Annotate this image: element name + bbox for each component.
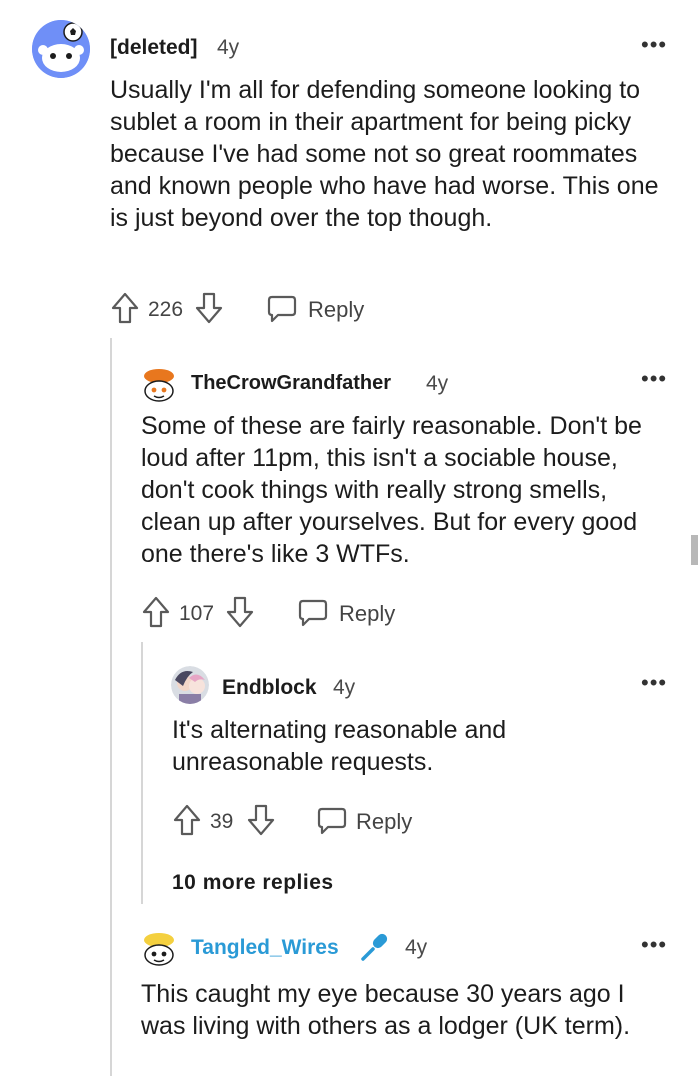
username[interactable]: Tangled_Wires bbox=[191, 936, 339, 960]
reply-bubble-icon bbox=[317, 807, 347, 835]
microphone-icon bbox=[358, 930, 392, 964]
more-replies-link[interactable]: 10 more replies bbox=[172, 871, 334, 895]
reply-button[interactable]: Reply bbox=[316, 804, 426, 838]
comment-deleted: [deleted] 4y ••• Usually I'm all for def… bbox=[0, 0, 700, 340]
snoo-avatar-icon bbox=[140, 366, 178, 404]
reply-label: Reply bbox=[308, 297, 365, 322]
more-options-icon[interactable]: ••• bbox=[641, 368, 667, 390]
comment-age: 4y bbox=[426, 372, 449, 395]
avatar[interactable] bbox=[171, 666, 209, 704]
upvote-icon[interactable] bbox=[172, 802, 202, 838]
scrollbar-thumb[interactable] bbox=[691, 535, 698, 565]
reply-label: Reply bbox=[356, 809, 413, 834]
reply-bubble-icon bbox=[298, 599, 328, 627]
more-options-icon[interactable]: ••• bbox=[641, 934, 667, 956]
reply-label: Reply bbox=[339, 601, 396, 626]
snoo-avatar-icon bbox=[32, 20, 90, 78]
downvote-icon[interactable] bbox=[194, 290, 224, 326]
comment-actions: 226 Reply bbox=[110, 290, 410, 326]
downvote-icon[interactable] bbox=[246, 802, 276, 838]
reply-button[interactable]: Reply bbox=[266, 292, 376, 326]
avatar[interactable] bbox=[140, 930, 178, 968]
comment-body: It's alternating reasonable and unreason… bbox=[172, 716, 507, 776]
comment-body: This caught my eye because 30 years ago … bbox=[141, 980, 631, 1040]
snoo-avatar-icon bbox=[140, 930, 178, 968]
username[interactable]: Endblock bbox=[222, 676, 317, 700]
upvote-icon[interactable] bbox=[110, 290, 140, 326]
comment-actions: 107 Reply bbox=[141, 594, 441, 630]
upvote-icon[interactable] bbox=[141, 594, 171, 630]
avatar[interactable] bbox=[32, 20, 90, 78]
comment-age: 4y bbox=[217, 36, 240, 59]
comment-endblock: Endblock 4y ••• It's alternating reasona… bbox=[0, 640, 700, 910]
reply-bubble-icon bbox=[267, 295, 297, 323]
comment-thecrowgrandfather: TheCrowGrandfather 4y ••• Some of these … bbox=[0, 340, 700, 640]
comment-body: Some of these are fairly reasonable. Don… bbox=[141, 412, 642, 568]
score: 107 bbox=[179, 602, 215, 625]
username[interactable]: TheCrowGrandfather bbox=[191, 372, 391, 395]
downvote-icon[interactable] bbox=[225, 594, 255, 630]
username[interactable]: [deleted] bbox=[110, 36, 198, 60]
comment-age: 4y bbox=[333, 676, 356, 699]
more-options-icon[interactable]: ••• bbox=[641, 672, 667, 694]
score: 39 bbox=[210, 810, 234, 833]
reply-button[interactable]: Reply bbox=[297, 596, 407, 630]
avatar[interactable] bbox=[140, 366, 178, 404]
user-avatar-icon bbox=[171, 666, 209, 704]
comment-age: 4y bbox=[405, 936, 428, 959]
comment-actions: 39 Reply bbox=[172, 802, 472, 838]
comment-body: Usually I'm all for defending someone lo… bbox=[110, 76, 659, 232]
comment-tangled-wires: Tangled_Wires 4y ••• This caught my eye … bbox=[0, 910, 700, 1076]
score: 226 bbox=[148, 298, 184, 321]
more-options-icon[interactable]: ••• bbox=[641, 34, 667, 56]
